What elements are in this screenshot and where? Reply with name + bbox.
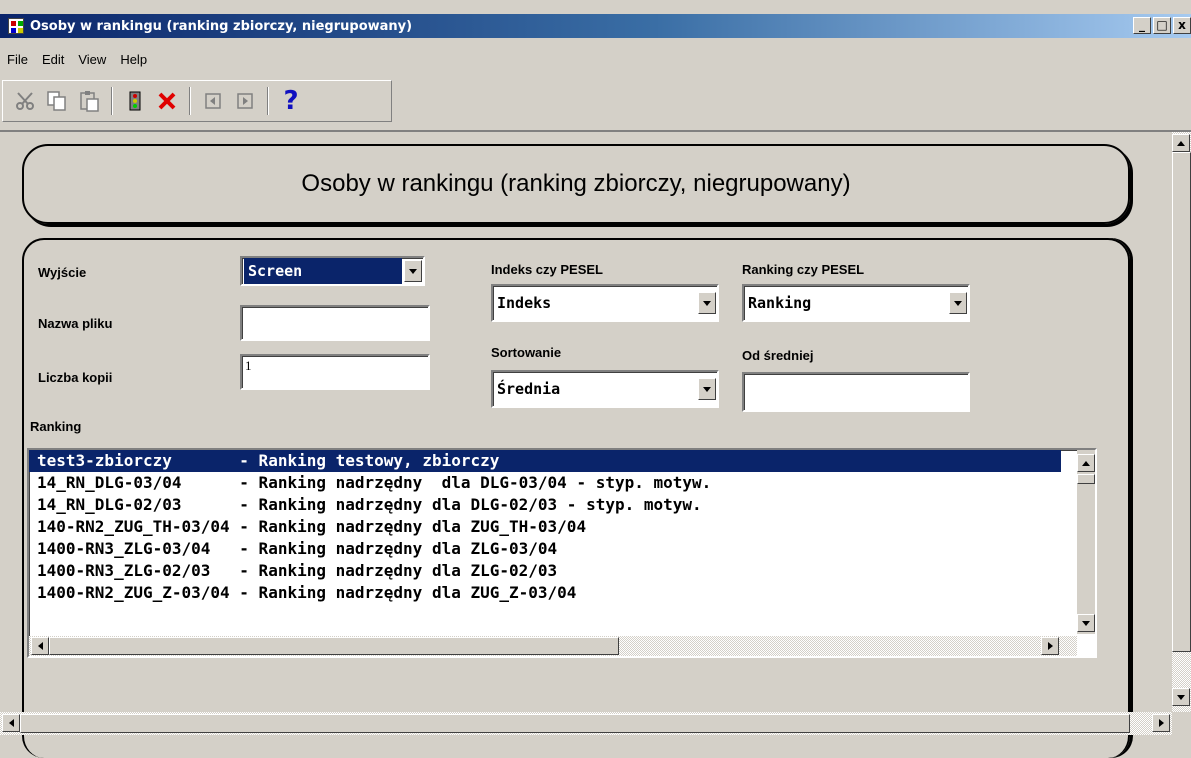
output-select[interactable]: Screen xyxy=(240,256,425,286)
cut-icon[interactable] xyxy=(9,85,41,117)
scroll-right-icon[interactable] xyxy=(1041,637,1059,655)
index-pesel-select[interactable]: Indeks xyxy=(491,284,719,322)
paste-icon[interactable] xyxy=(73,85,105,117)
menu-bar: File Edit View Help xyxy=(0,50,154,72)
scroll-down-icon[interactable] xyxy=(1172,688,1190,706)
output-select-value: Screen xyxy=(244,258,402,284)
filename-label: Nazwa pliku xyxy=(38,316,113,331)
list-vertical-scrollbar[interactable] xyxy=(1077,450,1095,634)
sort-select[interactable]: Średnia xyxy=(491,370,719,408)
sort-label: Sortowanie xyxy=(491,345,562,360)
output-label: Wyjście xyxy=(38,265,87,280)
window-controls: _ □ x xyxy=(1133,17,1191,34)
ranking-listbox[interactable]: test3-zbiorczy - Ranking testowy, zbiorc… xyxy=(27,448,1097,658)
window-hscroll-thumb[interactable] xyxy=(20,714,1130,733)
list-hscroll-thumb[interactable] xyxy=(49,637,619,655)
from-avg-input[interactable] xyxy=(742,372,970,412)
delete-icon[interactable] xyxy=(151,85,183,117)
next-icon[interactable] xyxy=(229,85,261,117)
index-pesel-value: Indeks xyxy=(497,294,552,312)
list-item[interactable]: 14_RN_DLG-03/04 - Ranking nadrzędny dla … xyxy=(29,472,1061,494)
window-vertical-scrollbar[interactable] xyxy=(1172,132,1191,712)
chevron-down-icon[interactable] xyxy=(698,378,716,400)
window-horizontal-scrollbar[interactable] xyxy=(0,712,1172,735)
chevron-down-icon[interactable] xyxy=(404,260,422,282)
maximize-button[interactable]: □ xyxy=(1153,17,1171,34)
list-item[interactable]: 1400-RN3_ZLG-03/04 - Ranking nadrzędny d… xyxy=(29,538,1061,560)
sort-value: Średnia xyxy=(497,380,561,398)
list-item[interactable]: 1400-RN2_ZUG_Z-03/04 - Ranking nadrzędny… xyxy=(29,582,1061,604)
prev-icon[interactable] xyxy=(197,85,229,117)
copies-input[interactable]: 1 xyxy=(240,354,430,390)
scroll-right-icon[interactable] xyxy=(1152,714,1170,732)
app-icon xyxy=(8,18,24,34)
toolbar-separator xyxy=(111,87,113,115)
list-horizontal-scrollbar[interactable] xyxy=(29,636,1077,656)
index-pesel-label: Indeks czy PESEL xyxy=(491,262,603,277)
menu-view[interactable]: View xyxy=(71,50,113,72)
scroll-up-icon[interactable] xyxy=(1077,454,1095,472)
window-vscroll-thumb[interactable] xyxy=(1172,152,1191,652)
copies-label: Liczba kopii xyxy=(38,370,113,385)
menu-edit[interactable]: Edit xyxy=(35,50,71,72)
from-avg-label: Od średniej xyxy=(742,348,814,363)
list-item[interactable]: test3-zbiorczy - Ranking testowy, zbiorc… xyxy=(29,450,1061,472)
window-title: Osoby w rankingu (ranking zbiorczy, nieg… xyxy=(30,18,413,34)
list-item[interactable]: 140-RN2_ZUG_TH-03/04 - Ranking nadrzędny… xyxy=(29,516,1061,538)
help-icon[interactable]: ? xyxy=(275,85,307,117)
toolbar-separator xyxy=(267,87,269,115)
scroll-left-icon[interactable] xyxy=(2,714,20,732)
scroll-up-icon[interactable] xyxy=(1172,134,1190,152)
scroll-left-icon[interactable] xyxy=(31,637,49,655)
page-title: Osoby w rankingu (ranking zbiorczy, nieg… xyxy=(301,170,851,197)
header-panel: Osoby w rankingu (ranking zbiorczy, nieg… xyxy=(22,144,1130,224)
ranking-pesel-label: Ranking czy PESEL xyxy=(742,262,865,277)
menu-file[interactable]: File xyxy=(0,50,35,72)
close-button[interactable]: x xyxy=(1173,17,1191,34)
ranking-pesel-select[interactable]: Ranking xyxy=(742,284,970,322)
title-bar[interactable]: Osoby w rankingu (ranking zbiorczy, nieg… xyxy=(0,14,1191,38)
list-vscroll-thumb[interactable] xyxy=(1077,474,1095,484)
copy-icon[interactable] xyxy=(41,85,73,117)
toolbar-separator xyxy=(189,87,191,115)
list-item[interactable]: 1400-RN3_ZLG-02/03 - Ranking nadrzędny d… xyxy=(29,560,1061,582)
scroll-down-icon[interactable] xyxy=(1077,614,1095,632)
menu-help[interactable]: Help xyxy=(113,50,154,72)
filename-input[interactable] xyxy=(240,305,430,341)
traffic-light-icon[interactable] xyxy=(119,85,151,117)
chevron-down-icon[interactable] xyxy=(949,292,967,314)
toolbar: ? xyxy=(2,80,392,122)
ranking-pesel-value: Ranking xyxy=(748,294,812,312)
minimize-button[interactable]: _ xyxy=(1133,17,1151,34)
ranking-label: Ranking xyxy=(30,419,82,434)
list-item[interactable]: 14_RN_DLG-02/03 - Ranking nadrzędny dla … xyxy=(29,494,1061,516)
chevron-down-icon[interactable] xyxy=(698,292,716,314)
